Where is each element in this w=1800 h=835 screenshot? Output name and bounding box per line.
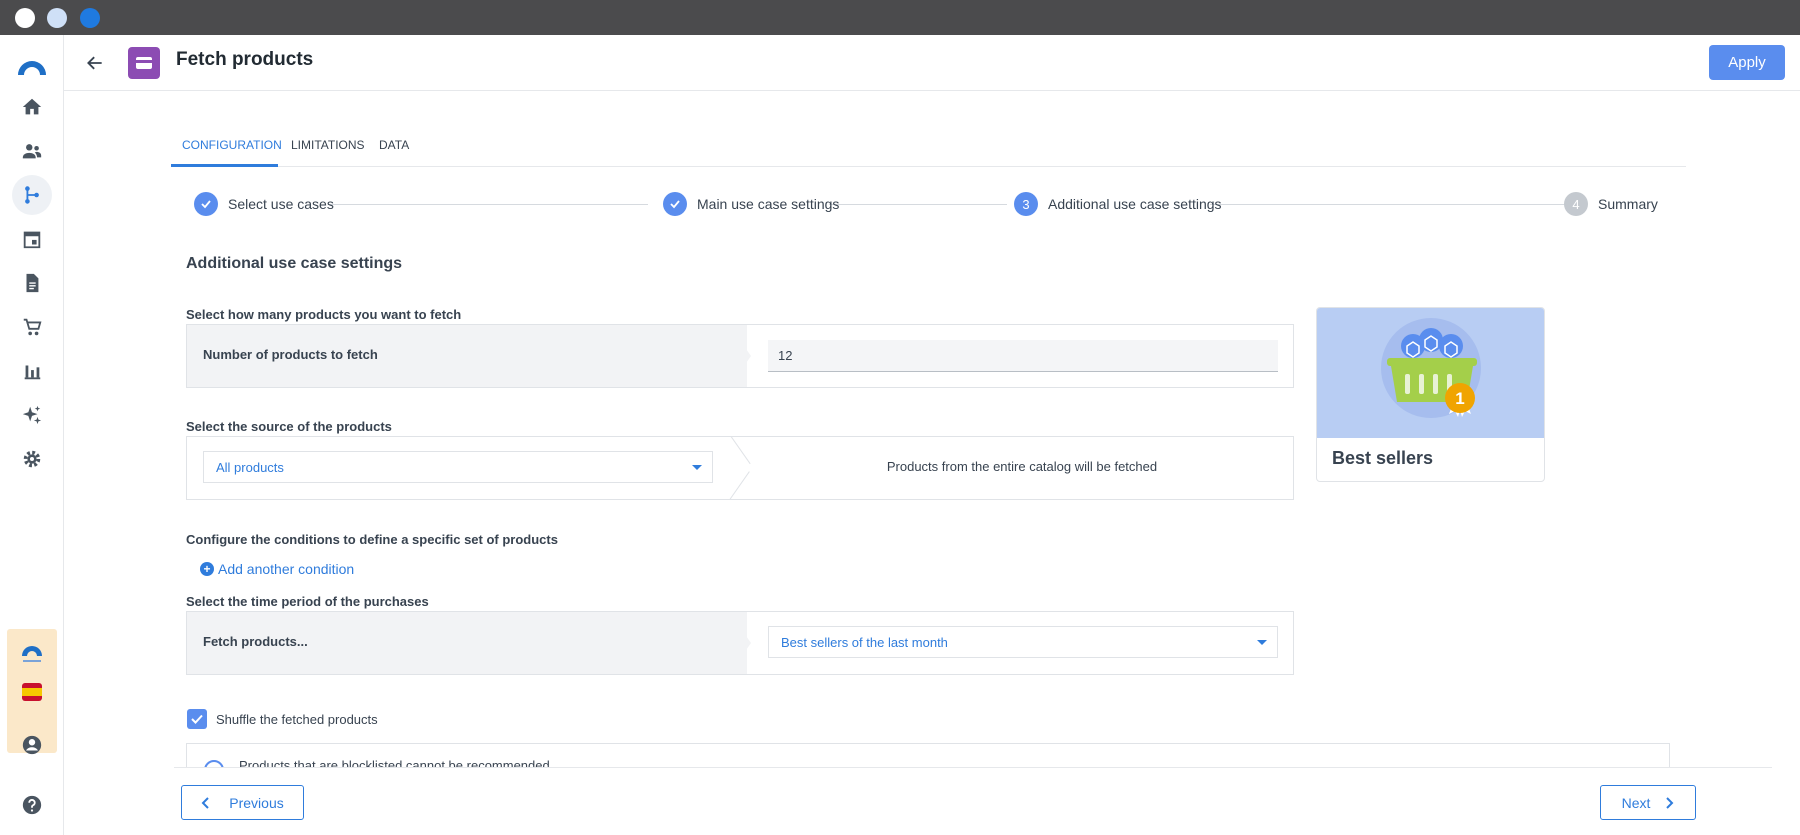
previous-button[interactable]: Previous <box>181 785 304 820</box>
tab-data[interactable]: DATA <box>379 130 409 167</box>
step-label: Select use cases <box>228 196 334 212</box>
period-field-label: Fetch products... <box>203 634 308 649</box>
sidebar-item-people[interactable] <box>12 131 52 171</box>
quantity-label: Select how many products you want to fet… <box>186 307 462 322</box>
workspace-logo-icon <box>22 646 42 656</box>
workspace-logo-text <box>23 660 41 662</box>
chevron-down-icon <box>1257 640 1267 645</box>
period-select-value: Best sellers of the last month <box>781 635 948 650</box>
row-divider <box>728 437 752 499</box>
sidebar-item-analytics[interactable] <box>12 351 52 391</box>
window-close-button[interactable] <box>15 8 35 28</box>
quantity-input[interactable]: 12 <box>768 340 1278 372</box>
row-divider-arrow <box>729 325 751 387</box>
sidebar <box>0 35 64 835</box>
window-titlebar <box>0 0 1800 35</box>
stepper: Select use cases Main use case settings … <box>186 191 1658 217</box>
chevron-right-icon <box>1666 796 1674 809</box>
window-maximize-button[interactable] <box>80 8 100 28</box>
step-connector <box>829 204 1007 205</box>
sidebar-item-account[interactable] <box>12 725 52 765</box>
sidebar-item-workflow[interactable] <box>12 175 52 215</box>
sidebar-item-cart[interactable] <box>12 307 52 347</box>
sidebar-item-calendar[interactable] <box>12 219 52 259</box>
arrow-left-icon <box>87 56 102 70</box>
row-divider-arrow <box>729 612 751 674</box>
info-text: Products that are blocklisted cannot be … <box>239 758 550 767</box>
info-icon <box>204 760 224 767</box>
sidebar-item-settings[interactable] <box>12 439 52 479</box>
tab-limitations[interactable]: LIMITATIONS <box>291 130 365 167</box>
conditions-label: Configure the conditions to define a spe… <box>186 532 558 547</box>
sidebar-item-help[interactable] <box>12 785 52 825</box>
gear-icon <box>23 450 41 468</box>
source-row: All products Products from the entire ca… <box>186 436 1294 500</box>
account-circle-icon <box>22 735 42 755</box>
spain-flag-icon <box>22 683 42 701</box>
period-label: Select the time period of the purchases <box>186 594 429 609</box>
sparkle-icon <box>22 405 42 425</box>
step-label: Additional use case settings <box>1048 196 1222 212</box>
apply-button[interactable]: Apply <box>1709 45 1785 80</box>
source-select[interactable]: All products <box>203 451 713 483</box>
people-icon <box>22 144 42 159</box>
next-label: Next <box>1621 794 1651 811</box>
step-connector <box>1210 204 1572 205</box>
sidebar-item-documents[interactable] <box>12 263 52 303</box>
add-condition-label: Add another condition <box>218 561 355 577</box>
source-label: Select the source of the products <box>186 419 392 434</box>
calendar-icon <box>23 231 41 249</box>
back-button[interactable] <box>83 51 107 75</box>
use-case-card: 1 Best sellers <box>1316 307 1545 482</box>
tab-bar: CONFIGURATION LIMITATIONS DATA <box>171 130 1686 167</box>
best-sellers-illustration: 1 <box>1317 308 1544 438</box>
app-logo[interactable] <box>16 53 48 77</box>
step-select-use-cases[interactable]: Select use cases <box>194 191 334 217</box>
home-icon <box>22 98 42 115</box>
footer-divider <box>174 767 1772 768</box>
shuffle-label: Shuffle the fetched products <box>216 712 378 727</box>
chevron-down-icon <box>692 465 702 470</box>
step-label: Main use case settings <box>697 196 840 212</box>
page-title: Fetch products <box>176 49 314 70</box>
add-condition-button[interactable]: + Add another condition <box>200 561 354 577</box>
step-label: Summary <box>1598 196 1658 212</box>
document-icon <box>26 273 39 293</box>
bar-chart-icon <box>24 365 41 380</box>
step-number: 3 <box>1014 192 1038 216</box>
next-button[interactable]: Next <box>1600 785 1696 820</box>
step-main-settings[interactable]: Main use case settings <box>663 191 839 217</box>
fetch-products-node-icon <box>128 47 160 79</box>
step-connector <box>328 204 648 205</box>
help-icon <box>22 795 42 815</box>
quantity-row: Number of products to fetch 12 <box>186 324 1294 388</box>
window-minimize-button[interactable] <box>47 8 67 28</box>
step-number: 4 <box>1564 192 1588 216</box>
sidebar-item-ai[interactable] <box>12 395 52 435</box>
previous-label: Previous <box>229 794 284 811</box>
badge-number: 1 <box>1455 389 1464 408</box>
step-additional-settings[interactable]: 3 Additional use case settings <box>1014 191 1222 217</box>
section-title: Additional use case settings <box>186 255 403 272</box>
period-row: Fetch products... Best sellers of the la… <box>186 611 1294 675</box>
plus-circle-icon: + <box>200 562 214 576</box>
source-select-value: All products <box>216 460 284 475</box>
quantity-field-label: Number of products to fetch <box>203 347 378 362</box>
chevron-left-icon <box>201 796 209 809</box>
info-box: Products that are blocklisted cannot be … <box>186 743 1670 767</box>
check-icon <box>663 192 687 216</box>
check-icon <box>191 714 203 724</box>
card-title: Best sellers <box>1332 448 1434 468</box>
tab-configuration[interactable]: CONFIGURATION <box>171 130 282 167</box>
source-description: Products from the entire catalog will be… <box>886 459 1158 474</box>
sidebar-item-home[interactable] <box>12 87 52 127</box>
footer: Previous Next <box>64 767 1800 835</box>
shuffle-checkbox[interactable] <box>187 709 207 729</box>
page-header: Fetch products Apply <box>64 35 1800 91</box>
cart-icon <box>23 318 42 336</box>
check-icon <box>194 192 218 216</box>
workflow-icon <box>25 186 39 204</box>
period-select[interactable]: Best sellers of the last month <box>768 626 1278 658</box>
step-summary[interactable]: 4 Summary <box>1564 191 1658 217</box>
